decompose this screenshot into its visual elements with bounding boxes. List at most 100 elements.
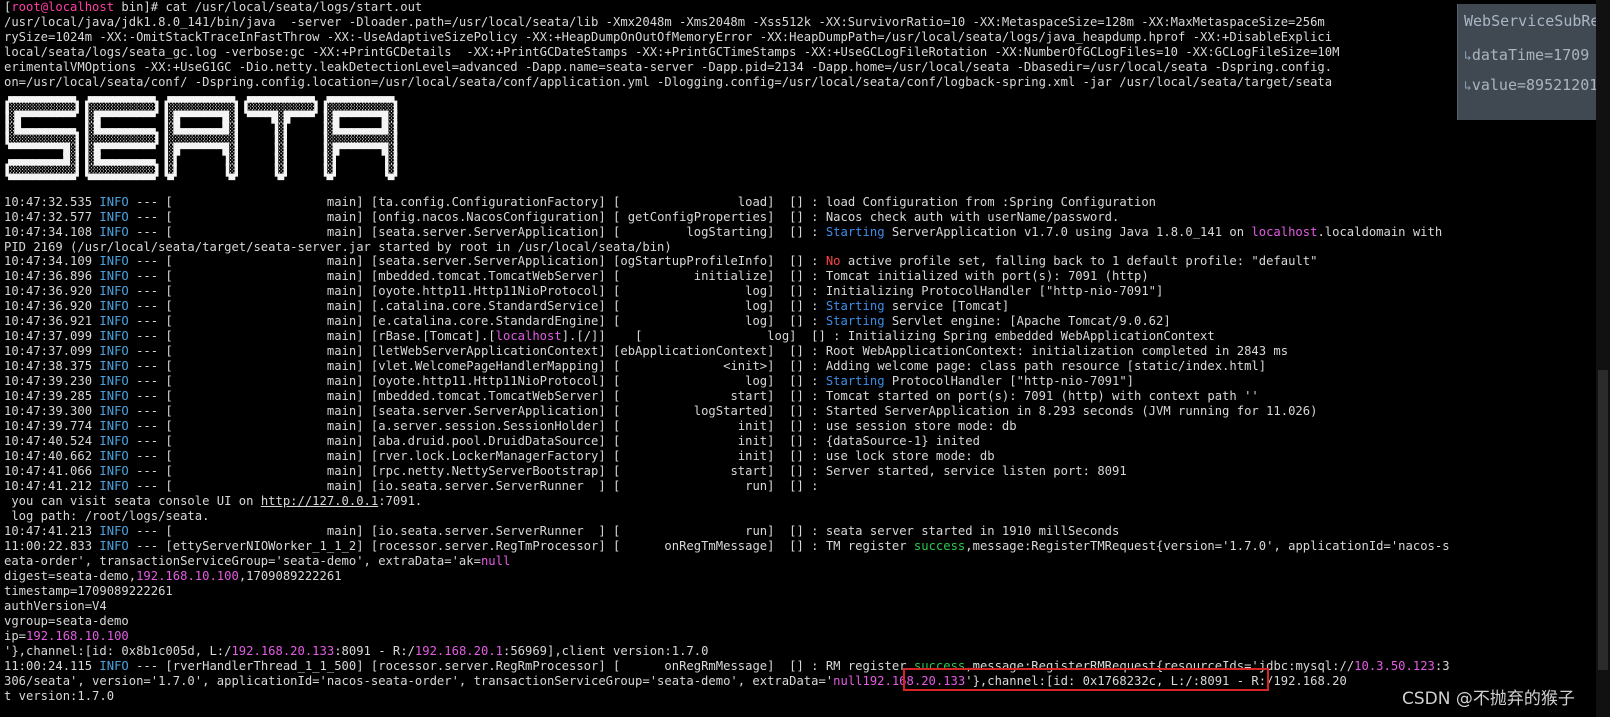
log-method: [ogStartupProfileInfo] [] : — [605, 254, 826, 269]
log-message: Nacos check auth with userName/password. — [825, 209, 1120, 224]
command-line: local/seata/logs/seata_gc.log -verbose:g… — [4, 45, 1450, 60]
log-level: INFO — [99, 523, 129, 538]
log-line: 10:47:32.577 INFO --- [ main] [onfig.nac… — [4, 210, 1450, 225]
log-time: 10:47:36.920 — [4, 299, 100, 314]
log-level: INFO — [99, 194, 129, 209]
log-time: 10:47:41.066 — [4, 464, 100, 479]
log-line: 10:47:39.285 INFO --- [ main] [mbedded.t… — [4, 389, 1450, 404]
log-method: [ logStarting] [] : — [605, 224, 826, 239]
log-msg-host: localhost — [1251, 224, 1318, 239]
log-thread: --- [ main] — [128, 269, 371, 284]
log-line: 10:47:41.066 INFO --- [ main] [rpc.netty… — [4, 464, 1450, 479]
log-level: INFO — [99, 254, 129, 269]
log-logger: [rocessor.server.RegTmProcessor] — [370, 538, 606, 553]
log-message: :3 — [1434, 658, 1450, 673]
log-message: Started ServerApplication in 8.293 secon… — [825, 404, 1318, 419]
terminal-scrollbar[interactable] — [1596, 0, 1610, 717]
log-method: [ run] [] : — [605, 523, 826, 538]
log-raw: :56969],client version:1.7.0 — [502, 643, 709, 658]
log-thread: --- [ettyServerNIOWorker_1_1_2] — [128, 538, 371, 553]
log-level: INFO — [99, 299, 129, 314]
log-raw: 306/seata', version='1.7.0', application… — [4, 673, 834, 688]
log-line: 10:47:36.920 INFO --- [ main] [oyote.htt… — [4, 284, 1450, 299]
log-logger: [rpc.netty.NettyServerBootstrap] — [370, 464, 606, 479]
log-line: '},channel:[id: 0x8b1c005d, L:/192.168.2… — [4, 644, 1450, 659]
log-logger: [letWebServerApplicationContext] — [370, 344, 606, 359]
log-method: [ initialize] [] : — [605, 269, 826, 284]
log-line: ip=192.168.10.100 — [4, 629, 1450, 644]
log-logger: [onfig.nacos.NacosConfiguration] — [370, 209, 606, 224]
log-message: {dataSource-1} inited — [825, 434, 980, 449]
terminal-window[interactable]: [root@localhost bin]# cat /usr/local/sea… — [0, 0, 1610, 717]
log-logger: [io.seata.server.ServerRunner ] — [370, 523, 606, 538]
log-time: 10:47:34.108 — [4, 224, 100, 239]
log-ip: 192.168.20.133 — [231, 643, 335, 658]
log-thread: --- [ main] — [128, 254, 371, 269]
log-message: ServerApplication v1.7.0 using Java 1.8.… — [884, 224, 1252, 239]
log-level: INFO — [99, 284, 129, 299]
log-message: ProtocolHandler ["http-nio-7091"] — [884, 374, 1135, 389]
log-time: 10:47:39.285 — [4, 389, 100, 404]
rm-register-highlight-box — [903, 668, 1269, 691]
log-level: INFO — [99, 314, 129, 329]
log-method: [ start] [] : — [605, 464, 826, 479]
log-msg-starting: Starting — [825, 314, 885, 329]
log-method: [ load] [] : — [605, 194, 826, 209]
log-level: INFO — [99, 404, 129, 419]
log-message: Tomcat initialized with port(s): 7091 (h… — [825, 269, 1149, 284]
prompt-host: localhost — [48, 0, 115, 14]
log-level: INFO — [99, 449, 129, 464]
log-logger-host: localhost — [495, 329, 562, 344]
log-level: INFO — [99, 479, 129, 493]
log-line: 10:47:36.921 INFO --- [ main] [e.catalin… — [4, 314, 1450, 329]
log-method: [ onRegRmMessage] [] : — [605, 658, 826, 673]
log-time: 10:47:36.921 — [4, 314, 100, 329]
command-line: erimentalVMOptions -XX:+UseG1GC -Dio.net… — [4, 60, 1450, 75]
log-time: 11:00:24.115 — [4, 658, 100, 673]
log-thread: --- [ main] — [128, 344, 371, 359]
log-time: 10:47:36.920 — [4, 284, 100, 299]
log-thread: --- [ main] — [128, 404, 371, 419]
log-line: 10:47:37.099 INFO --- [ main] [rBase.[To… — [4, 329, 1450, 344]
log-logger: [aba.druid.pool.DruidDataSource] — [370, 434, 606, 449]
log-message: Initializing ProtocolHandler ["http-nio-… — [825, 284, 1164, 299]
log-method: [ log] [] : — [605, 374, 826, 389]
log-msg-starting: Starting — [825, 224, 885, 239]
log-logger: [oyote.http11.Http11NioProtocol] — [370, 374, 606, 389]
log-logger: [mbedded.tomcat.TomcatWebServer] — [370, 269, 606, 284]
log-line: timestamp=1709089222261 — [4, 584, 1450, 599]
log-thread: --- [ main] — [128, 374, 371, 389]
command-text: /usr/local/java/jdk1.8.0_141/bin/java -s… — [4, 14, 1325, 29]
log-thread: --- [ main] — [128, 359, 371, 374]
log-thread: --- [ main] — [128, 389, 371, 404]
log-time: 10:47:37.099 — [4, 344, 100, 359]
log-logger: ].[/]] — [561, 329, 628, 344]
log-method: [ log] [] : — [605, 314, 826, 329]
log-msg-success: success — [913, 538, 966, 553]
log-logger: [.catalina.core.StandardService] — [370, 299, 606, 314]
log-message: Adding welcome page: class path resource… — [825, 359, 1267, 374]
log-raw: digest=seata-demo, — [4, 568, 137, 583]
log-method: [ log] [] : — [605, 299, 826, 314]
log-line: 10:47:36.896 INFO --- [ main] [mbedded.t… — [4, 269, 1450, 284]
command-text: erimentalVMOptions -XX:+UseG1GC -Dio.net… — [4, 59, 1333, 74]
log-message: Servlet engine: [Apache Tomcat/9.0.62] — [884, 314, 1171, 329]
log-line: vgroup=seata-demo — [4, 614, 1450, 629]
log-raw: :7091. — [378, 493, 423, 508]
log-msg-starting: Starting — [825, 299, 885, 314]
scrollbar-thumb[interactable] — [1598, 370, 1608, 670]
log-message: active profile set, falling back to 1 de… — [840, 254, 1318, 269]
log-time: 10:47:39.774 — [4, 419, 100, 434]
log-message: service [Tomcat] — [884, 299, 1010, 314]
log-line: digest=seata-demo,192.168.10.100,1709089… — [4, 569, 1450, 584]
command-text: local/seata/logs/seata_gc.log -verbose:g… — [4, 44, 1340, 59]
log-method: [ <init>] [] : — [605, 359, 826, 374]
log-level: INFO — [99, 329, 129, 344]
log-message: RM register — [825, 658, 914, 673]
prompt-line: [root@localhost bin]# cat /usr/local/sea… — [4, 0, 1450, 15]
log-method: [ log] [] : — [627, 329, 848, 344]
return-arrow-icon: ↳ — [1464, 49, 1472, 64]
log-time: 10:47:41.212 — [4, 479, 100, 493]
log-level: INFO — [99, 658, 129, 673]
log-time: 10:47:40.662 — [4, 449, 100, 464]
